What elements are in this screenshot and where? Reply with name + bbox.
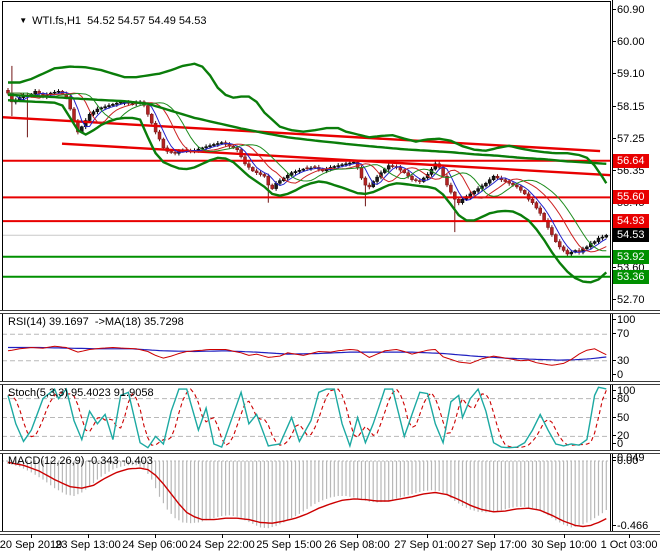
price-level-badge: 53.92 [613, 250, 649, 264]
price-level-badge: 54.93 [613, 214, 649, 228]
rsi-panel-layer [2, 333, 611, 366]
rsi-axis-label: 100 [612, 314, 635, 326]
chart-window: ▼ WTI.fs,H1 54.52 54.57 54.49 54.53 RSI(1… [0, 0, 660, 560]
band-lower [7, 99, 608, 284]
bollinger-bands [7, 62, 608, 284]
macd-axis-label: 0.00 [612, 455, 638, 467]
time-axis-tick [494, 534, 495, 538]
time-axis-tick [289, 534, 290, 538]
price-level-badge: 53.36 [613, 270, 649, 284]
time-axis-tick [427, 534, 428, 538]
price-axis-label: 60.90 [612, 4, 645, 16]
panel-divider[interactable] [0, 381, 660, 385]
time-axis-tick [88, 534, 89, 538]
panel-divider[interactable] [0, 531, 660, 535]
chart-symbol: WTI.fs,H1 [32, 15, 82, 27]
trendlines[interactable] [1, 116, 612, 177]
time-axis-label: 30 Sep 10:00 [531, 539, 597, 551]
stoch-axis-label: 80 [612, 393, 629, 405]
time-axis-label: 27 Sep 01:00 [394, 539, 460, 551]
time-axis-label: 23 Sep 13:00 [55, 539, 121, 551]
price-axis-label: 60.00 [612, 36, 645, 48]
stoch-axis-label: 0 [612, 438, 623, 450]
stoch-indicator-label: Stoch(5,3,3) 95.4023 91.9058 [8, 387, 154, 399]
panel-divider[interactable] [0, 310, 660, 314]
time-axis-tick [155, 534, 156, 538]
time-axis-label: 27 Sep 17:00 [461, 539, 527, 551]
price-level-badge: 55.60 [613, 190, 649, 204]
time-axis-tick [564, 534, 565, 538]
price-axis-label: 59.10 [612, 68, 645, 80]
price-axis-label: 52.70 [612, 294, 645, 306]
rsi-ma-line [8, 346, 607, 361]
macd-indicator-label: MACD(12,26,9) -0.343 -0.403 [8, 455, 153, 467]
time-axis-label: 25 Sep 15:00 [256, 539, 322, 551]
rsi-axis-label: 30 [612, 355, 629, 367]
bid-price-badge: 54.53 [613, 228, 649, 242]
chart-canvas[interactable] [0, 0, 612, 560]
time-axis-tick [629, 534, 630, 538]
symbol-collapse-icon[interactable]: ▼ [19, 16, 27, 25]
rsi-axis-label: 70 [612, 328, 629, 340]
time-axis-tick [222, 534, 223, 538]
macd-axis-label: -0.466 [612, 520, 648, 532]
macd-panel-layer [2, 460, 611, 529]
stoch-axis-label: 50 [612, 412, 629, 424]
time-axis-tick [31, 534, 32, 538]
chart-quotes: 54.52 54.57 54.49 54.53 [87, 15, 207, 27]
panel-divider[interactable] [0, 450, 660, 454]
fast-ma-lines [8, 91, 607, 253]
chart-title: ▼ WTI.fs,H1 54.52 54.57 54.49 54.53 [7, 3, 206, 39]
price-axis-label: 58.15 [612, 101, 645, 113]
price-axis-label: 57.25 [612, 133, 645, 145]
time-axis-label: 1 Oct 03:00 [600, 539, 658, 551]
price-level-badge: 56.64 [613, 154, 649, 168]
price-levels[interactable] [2, 159, 611, 278]
time-axis-label: 24 Sep 06:00 [122, 539, 188, 551]
rsi-line [7, 345, 607, 366]
rsi-indicator-label: RSI(14) 39.1697 ->MA(18) 35.7298 [8, 316, 184, 328]
rsi-axis-label: 0 [612, 369, 623, 381]
time-axis-label: 26 Sep 08:00 [324, 539, 390, 551]
time-axis-label: 24 Sep 22:00 [189, 539, 255, 551]
time-axis-tick [357, 534, 358, 538]
